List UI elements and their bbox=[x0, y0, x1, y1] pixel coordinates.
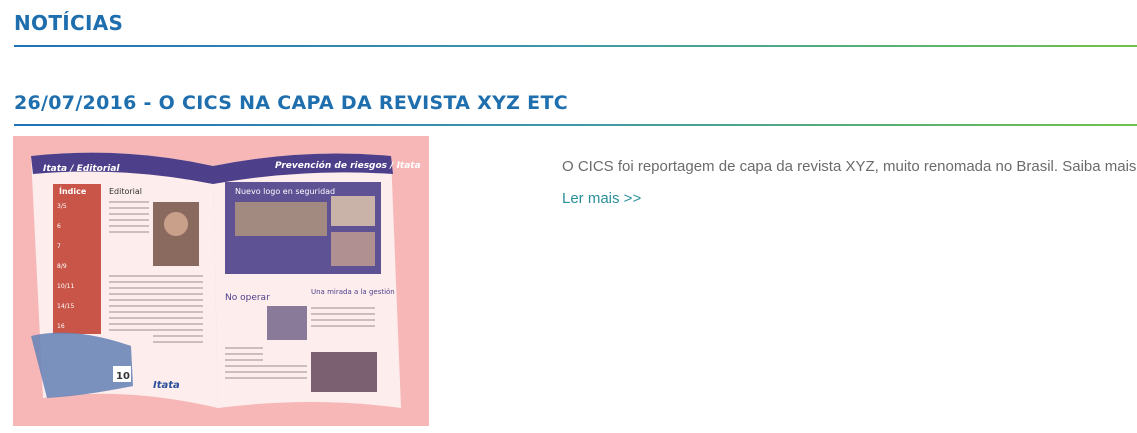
read-more-link[interactable]: Ler mais >> bbox=[562, 190, 641, 207]
editorial-title: Editorial bbox=[109, 187, 142, 196]
page-number: 10 bbox=[116, 371, 130, 382]
article-title-1: Nuevo logo en seguridad bbox=[235, 187, 335, 196]
article-title-2: No operar bbox=[225, 293, 270, 303]
magazine-spread-illustration: Itata / Editorial Prevención de riesgos … bbox=[31, 152, 421, 408]
headline-divider bbox=[14, 124, 1137, 126]
svg-text:14/15: 14/15 bbox=[57, 303, 74, 310]
team-photo bbox=[311, 352, 377, 392]
svg-text:7: 7 bbox=[57, 243, 61, 250]
svg-text:16: 16 bbox=[57, 323, 65, 330]
svg-text:10/11: 10/11 bbox=[57, 283, 74, 290]
section-title: NOTÍCIAS bbox=[14, 11, 124, 35]
svg-text:8/9: 8/9 bbox=[57, 263, 67, 270]
right-page-header: Prevención de riesgos / Itata bbox=[275, 160, 421, 171]
group-photo-2 bbox=[331, 196, 375, 226]
news-headline[interactable]: 26/07/2016 - O CICS NA CAPA DA REVISTA X… bbox=[14, 92, 568, 114]
group-photo-1 bbox=[235, 202, 327, 236]
svg-text:6: 6 bbox=[57, 223, 61, 230]
news-thumbnail-image[interactable]: Itata / Editorial Prevención de riesgos … bbox=[13, 136, 429, 426]
index-title: Índice bbox=[59, 185, 87, 196]
svg-text:3/5: 3/5 bbox=[57, 203, 67, 210]
news-summary: O CICS foi reportagem de capa da revista… bbox=[562, 158, 1137, 175]
article-title-3: Una mirada a la gestión bbox=[311, 288, 395, 296]
brand-logo: Itata bbox=[153, 380, 180, 391]
section-divider bbox=[14, 45, 1137, 47]
ship-photo bbox=[31, 332, 133, 398]
left-page-header: Itata / Editorial bbox=[43, 164, 120, 174]
group-photo-3 bbox=[331, 232, 375, 266]
worker-photo bbox=[267, 306, 307, 340]
